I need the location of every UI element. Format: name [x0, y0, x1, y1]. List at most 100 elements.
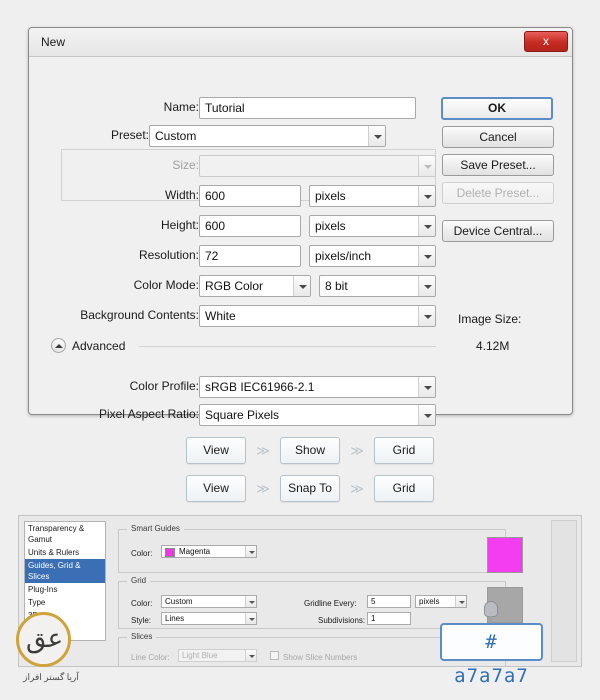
color-depth-select[interactable]: 8 bit — [319, 275, 436, 297]
dialog-titlebar: New x — [29, 28, 572, 57]
show-slice-numbers-label: Show Slice Numbers — [283, 653, 358, 662]
name-label: Name: — [163, 100, 199, 114]
smart-guides-color-label: Color: — [131, 549, 153, 558]
row-color-profile: Color Profile: sRGB IEC61966-2.1 — [29, 376, 436, 398]
preset-value: Custom — [155, 129, 197, 143]
resolution-input[interactable]: 72 — [199, 245, 301, 267]
grid-color-value: Custom — [165, 597, 193, 606]
height-label: Height: — [160, 218, 199, 232]
magenta-color-preview[interactable] — [487, 537, 523, 573]
smart-guides-color-value: Magenta — [179, 547, 211, 556]
subdivisions-label: Subdivisions: — [318, 616, 366, 625]
row-height: Height: 600 pixels — [29, 215, 436, 237]
slices-line-color-label: Line Color: — [131, 653, 170, 662]
chevron-down-icon — [245, 650, 256, 661]
screen-root: New x Name: Tutorial Preset: Custom Size… — [0, 0, 600, 700]
chevron-down-icon — [418, 306, 435, 326]
row-color-mode: Color Mode: RGB Color 8 bit — [29, 275, 436, 297]
width-unit-value: pixels — [315, 189, 346, 203]
pref-category-guides-grid-slices[interactable]: Guides, Grid & Slices — [25, 559, 105, 583]
resolution-unit-select[interactable]: pixels/inch — [309, 245, 436, 267]
preset-label: Preset: — [110, 128, 149, 142]
logo-mark: عق — [26, 624, 64, 654]
dialog-title: New — [41, 35, 66, 49]
pref-category-transparency[interactable]: Transparency & Gamut — [25, 522, 105, 546]
row-resolution: Resolution: 72 pixels/inch — [29, 245, 436, 267]
save-preset-button[interactable]: Save Preset... — [442, 154, 554, 176]
gridline-unit-value: pixels — [419, 597, 440, 606]
flow2-separator-1: ≫ — [256, 480, 270, 496]
grid-style-label: Style: — [131, 616, 152, 625]
show-slice-numbers-checkbox[interactable] — [270, 651, 279, 660]
row-name: Name: Tutorial — [29, 97, 416, 119]
gridline-unit-select[interactable]: pixels — [415, 595, 467, 608]
color-depth-value: 8 bit — [325, 279, 348, 293]
width-input[interactable]: 600 — [199, 185, 301, 207]
menu-flow-snap-to-grid: View ≫ Snap To ≫ Grid — [186, 475, 434, 502]
color-mode-select[interactable]: RGB Color — [199, 275, 311, 297]
grid-style-value: Lines — [165, 614, 185, 623]
flow2-step-snap-to[interactable]: Snap To — [280, 475, 340, 502]
preset-select[interactable]: Custom — [149, 125, 386, 147]
flow1-step-view[interactable]: View — [186, 437, 246, 464]
chevron-down-icon — [245, 596, 256, 607]
chevron-down-icon — [418, 276, 435, 296]
cancel-button[interactable]: Cancel — [442, 126, 554, 148]
pref-category-units[interactable]: Units & Rulers — [25, 546, 105, 559]
close-icon[interactable]: x — [524, 31, 568, 52]
gridline-every-label: Gridline Every: — [304, 599, 357, 608]
chevron-down-icon — [418, 186, 435, 206]
subdivisions-input[interactable]: 1 — [367, 612, 411, 625]
color-profile-value: sRGB IEC61966-2.1 — [205, 380, 315, 394]
image-size-value: 4.12M — [476, 339, 510, 353]
slices-title: Slices — [127, 632, 157, 641]
pixel-aspect-select[interactable]: Square Pixels — [199, 404, 436, 426]
width-unit-select[interactable]: pixels — [309, 185, 436, 207]
pixel-aspect-label: Pixel Aspect Ratio: — [98, 407, 199, 421]
color-mode-label: Color Mode: — [133, 278, 199, 292]
smart-guides-color-select[interactable]: Magenta — [161, 545, 257, 558]
height-input[interactable]: 600 — [199, 215, 301, 237]
resolution-label: Resolution: — [138, 248, 199, 262]
row-width: Width: 600 pixels — [29, 185, 436, 207]
device-central-button[interactable]: Device Central... — [442, 220, 554, 242]
row-size: Size: — [29, 155, 436, 177]
chevron-down-icon — [418, 377, 435, 397]
smart-guides-title: Smart Guides — [127, 524, 184, 533]
chevron-down-icon — [245, 613, 256, 624]
pref-category-type[interactable]: Type — [25, 596, 105, 609]
pref-category-plugins[interactable]: Plug-Ins — [25, 583, 105, 596]
chevron-up-icon — [51, 338, 66, 353]
gridline-every-input[interactable]: 5 — [367, 595, 411, 608]
chevron-down-icon — [368, 126, 385, 146]
chevron-down-icon — [418, 405, 435, 425]
color-profile-select[interactable]: sRGB IEC61966-2.1 — [199, 376, 436, 398]
name-input[interactable]: Tutorial — [199, 97, 416, 119]
height-unit-select[interactable]: pixels — [309, 215, 436, 237]
flow2-separator-2: ≫ — [350, 480, 364, 496]
grid-color-select[interactable]: Custom — [161, 595, 257, 608]
chevron-down-icon — [418, 246, 435, 266]
flow2-step-grid[interactable]: Grid — [374, 475, 434, 502]
size-label: Size: — [172, 158, 199, 172]
chevron-down-icon — [293, 276, 310, 296]
chevron-down-icon — [245, 546, 256, 557]
ok-button[interactable]: OK — [441, 97, 553, 120]
flow2-step-view[interactable]: View — [186, 475, 246, 502]
watermark-logo: عق آریا گستر افراز — [8, 612, 94, 692]
flow1-step-grid[interactable]: Grid — [374, 437, 434, 464]
hex-value-callout: # a7a7a7 — [440, 623, 543, 687]
width-label: Width: — [164, 188, 199, 202]
image-size-label: Image Size: — [458, 312, 522, 326]
background-contents-value: White — [205, 309, 236, 323]
background-contents-label: Background Contents: — [80, 308, 199, 322]
color-profile-label: Color Profile: — [129, 379, 199, 393]
flow1-step-show[interactable]: Show — [280, 437, 340, 464]
row-pixel-aspect-ratio: Pixel Aspect Ratio: Square Pixels — [29, 404, 436, 426]
grid-style-select[interactable]: Lines — [161, 612, 257, 625]
preset-group-top-rule — [61, 149, 436, 150]
background-contents-select[interactable]: White — [199, 305, 436, 327]
advanced-disclosure-toggle[interactable]: Advanced — [51, 338, 125, 353]
preferences-scrollbar[interactable] — [551, 520, 577, 662]
flow1-separator-1: ≫ — [256, 442, 270, 458]
